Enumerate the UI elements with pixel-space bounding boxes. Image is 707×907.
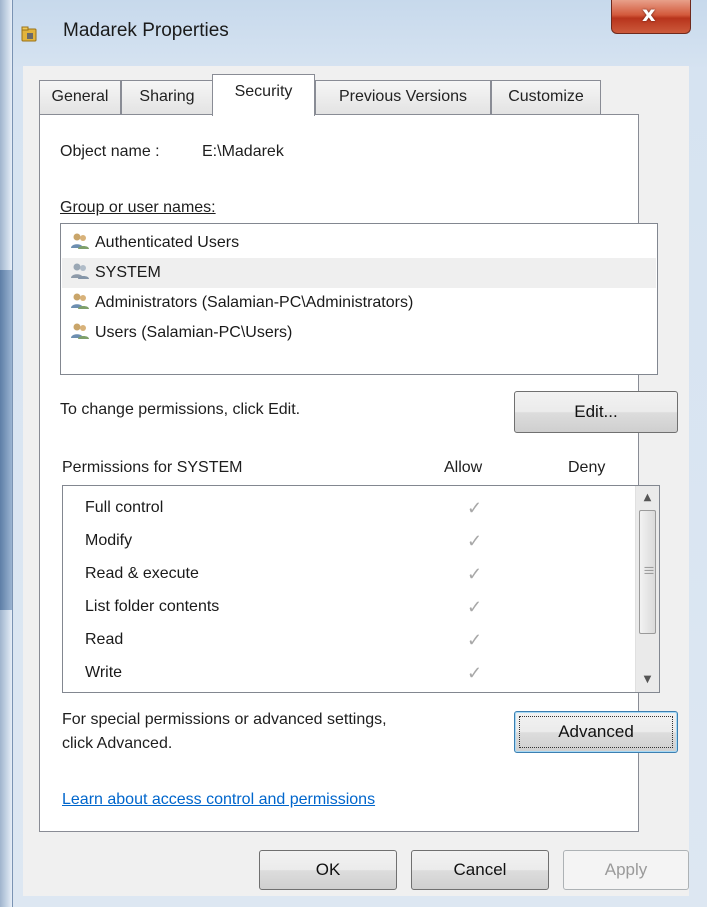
change-permissions-text: To change permissions, click Edit. bbox=[60, 401, 301, 418]
permission-row-write: Write ✓ bbox=[85, 657, 645, 689]
permissions-scrollbar[interactable]: ▲ — — — ▼ bbox=[635, 486, 659, 692]
permission-name: Write bbox=[85, 664, 123, 681]
folder-lock-icon bbox=[21, 26, 37, 42]
permission-name: List folder contents bbox=[85, 598, 220, 615]
allow-check-icon: ✓ bbox=[467, 663, 483, 683]
user-label: Users (Salamian-PC\Users) bbox=[95, 324, 293, 341]
permissions-label-text: Permissions for SYSTEM bbox=[62, 459, 243, 476]
user-label: Administrators (Salamian-PC\Administrato… bbox=[95, 294, 414, 311]
users-icon bbox=[71, 233, 89, 249]
permission-row-full-control: Full control ✓ bbox=[85, 492, 645, 524]
scrollbar-grip-icon: — — — bbox=[644, 562, 654, 579]
apply-button-label: Apply bbox=[604, 860, 648, 879]
advanced-button[interactable]: Advanced bbox=[514, 711, 678, 753]
ok-button[interactable]: OK bbox=[259, 850, 397, 890]
background-desktop-strip bbox=[0, 0, 12, 907]
permission-row-read-execute: Read & execute ✓ bbox=[85, 558, 645, 590]
user-label: SYSTEM bbox=[95, 264, 161, 281]
permissions-for-label: Permissions for SYSTEM bbox=[62, 459, 242, 477]
deny-column-header: Deny bbox=[568, 459, 606, 476]
object-name-label: Object name : bbox=[60, 143, 160, 160]
tab-general[interactable]: General bbox=[39, 80, 121, 114]
permission-row-list-folder-contents: List folder contents ✓ bbox=[85, 591, 645, 623]
focus-rectangle bbox=[519, 716, 673, 748]
users-icon bbox=[71, 263, 89, 279]
properties-dialog: Madarek Properties x General Sharing Sec… bbox=[12, 0, 707, 907]
scrollbar-thumb[interactable]: — — — bbox=[639, 510, 656, 634]
edit-button[interactable]: Edit... bbox=[514, 391, 678, 433]
advanced-hint-line1: For special permissions or advanced sett… bbox=[62, 711, 387, 728]
allow-check-icon: ✓ bbox=[467, 564, 483, 584]
cancel-button[interactable]: Cancel bbox=[411, 850, 549, 890]
user-list[interactable]: Authenticated Users SYSTEM Administrator… bbox=[60, 223, 658, 375]
permission-name: Read bbox=[85, 631, 124, 648]
users-icon bbox=[71, 323, 89, 339]
allow-column-header: Allow bbox=[444, 459, 483, 476]
user-item-authenticated-users[interactable]: Authenticated Users bbox=[69, 228, 653, 258]
group-or-user-names-label: Group or user names: bbox=[60, 199, 216, 217]
permission-name: Modify bbox=[85, 532, 133, 549]
user-label: Authenticated Users bbox=[95, 234, 240, 251]
tab-security[interactable]: Security bbox=[212, 74, 315, 116]
users-icon bbox=[71, 293, 89, 309]
ok-button-label: OK bbox=[315, 860, 341, 879]
edit-button-label: Edit... bbox=[574, 402, 618, 421]
tab-customize[interactable]: Customize bbox=[491, 80, 601, 114]
group-label-text: Group or user names: bbox=[60, 199, 216, 216]
tab-previous-versions[interactable]: Previous Versions bbox=[315, 80, 491, 114]
security-tab-panel: Object name : E:\Madarek Group or user n… bbox=[39, 114, 678, 832]
tab-strip: General Sharing Security Previous Versio… bbox=[23, 74, 689, 116]
allow-check-icon: ✓ bbox=[467, 597, 483, 617]
advanced-hint-line2: click Advanced. bbox=[62, 735, 173, 752]
window-title: Madarek Properties bbox=[63, 20, 229, 41]
scroll-down-arrow-icon[interactable]: ▼ bbox=[636, 668, 659, 692]
permissions-list[interactable]: Full control ✓ Modify ✓ Read & execute ✓… bbox=[62, 485, 660, 693]
allow-check-icon: ✓ bbox=[467, 498, 483, 518]
apply-button[interactable]: Apply bbox=[563, 850, 689, 890]
allow-check-icon: ✓ bbox=[467, 630, 483, 650]
cancel-button-label: Cancel bbox=[453, 860, 507, 879]
user-item-administrators[interactable]: Administrators (Salamian-PC\Administrato… bbox=[69, 288, 653, 318]
permission-row-modify: Modify ✓ bbox=[85, 525, 645, 557]
scroll-up-arrow-icon[interactable]: ▲ bbox=[636, 486, 659, 510]
user-item-system[interactable]: SYSTEM bbox=[62, 258, 656, 288]
dialog-client-area: General Sharing Security Previous Versio… bbox=[23, 66, 689, 896]
object-name-value: E:\Madarek bbox=[202, 143, 284, 160]
permission-name: Read & execute bbox=[85, 565, 199, 582]
user-item-users[interactable]: Users (Salamian-PC\Users) bbox=[69, 318, 653, 348]
permission-row-read: Read ✓ bbox=[85, 624, 645, 656]
allow-check-icon: ✓ bbox=[467, 531, 483, 551]
close-button[interactable]: x bbox=[611, 0, 691, 34]
title-bar[interactable]: Madarek Properties x bbox=[13, 0, 707, 66]
tab-sharing[interactable]: Sharing bbox=[121, 80, 213, 114]
close-icon: x bbox=[642, 2, 656, 26]
learn-access-control-link[interactable]: Learn about access control and permissio… bbox=[62, 791, 375, 809]
background-taskbar-edge bbox=[0, 270, 12, 610]
permission-name: Full control bbox=[85, 499, 164, 516]
